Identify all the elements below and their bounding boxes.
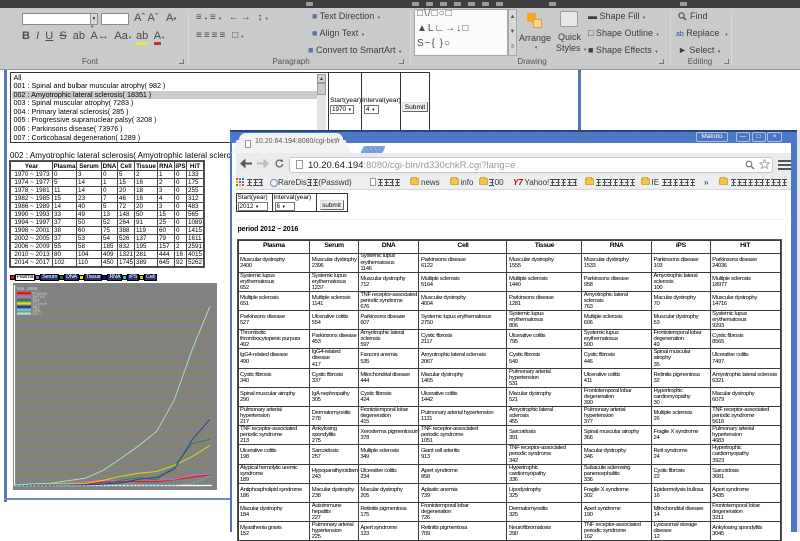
svg-text:Max 2000: Max 2000 — [17, 288, 38, 292]
svg-text:Cell: Cell — [33, 312, 43, 317]
